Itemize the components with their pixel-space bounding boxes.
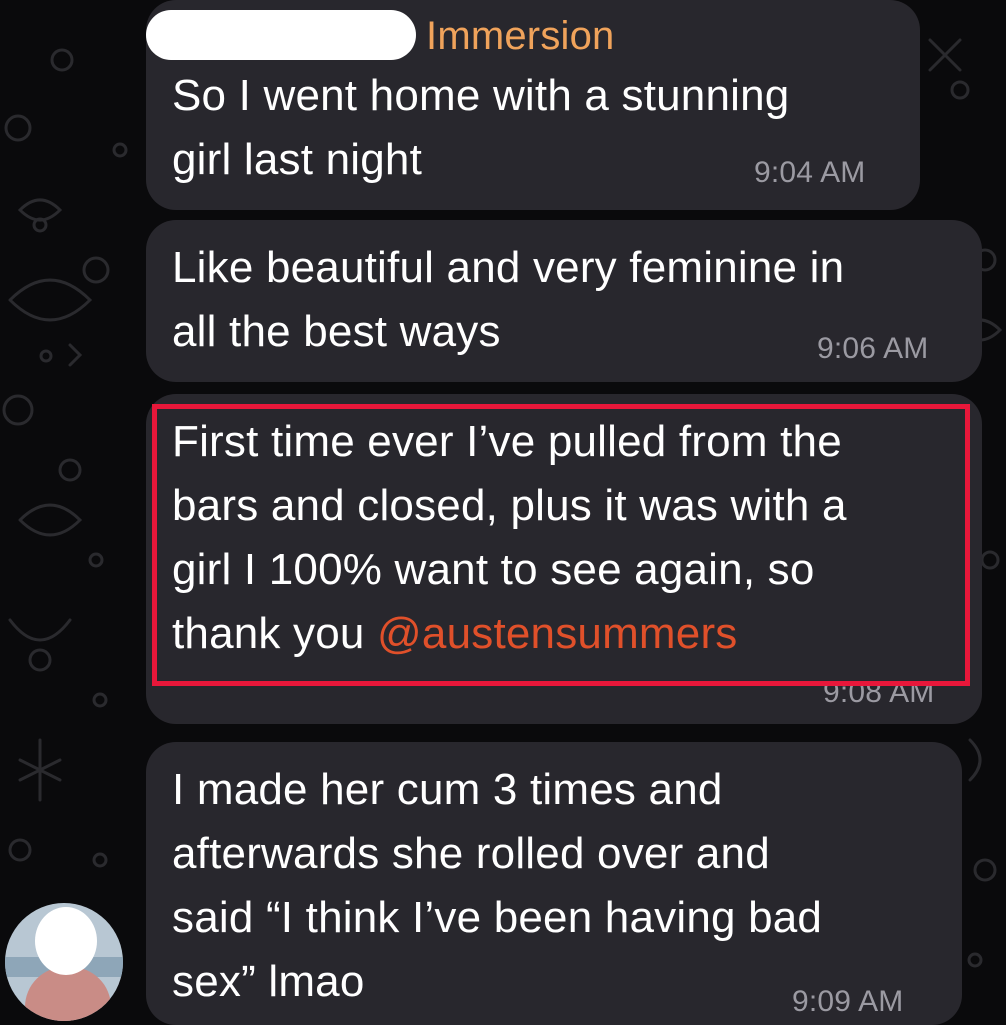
message-bubble-1[interactable]: Immersion So I went home with a stunning… — [146, 0, 920, 210]
chat-screen: Immersion So I went home with a stunning… — [0, 0, 1006, 1025]
message-text-line: said “I think I’ve been having bad — [172, 893, 823, 942]
message-bubble-4[interactable]: I made her cum 3 times and afterwards sh… — [146, 742, 962, 1025]
message-text-line: afterwards she rolled over and — [172, 829, 770, 878]
message-bubble-2[interactable]: Like beautiful and very feminine in all … — [146, 220, 982, 382]
message-timestamp: 9:09 AM — [792, 985, 904, 1018]
sender-name[interactable]: Immersion — [426, 14, 615, 58]
message-timestamp: 9:04 AM — [754, 156, 866, 189]
message-text-line: So I went home with a stunning — [172, 71, 790, 120]
message-text-line: I made her cum 3 times and — [172, 765, 723, 814]
highlight-annotation-box — [152, 404, 970, 686]
message-timestamp: 9:06 AM — [817, 332, 929, 365]
user-avatar-icon[interactable] — [5, 903, 123, 1021]
avatar-face-mask — [35, 907, 97, 975]
redacted-name-mask — [146, 10, 416, 60]
message-text-line: Like beautiful and very feminine in — [172, 243, 845, 292]
